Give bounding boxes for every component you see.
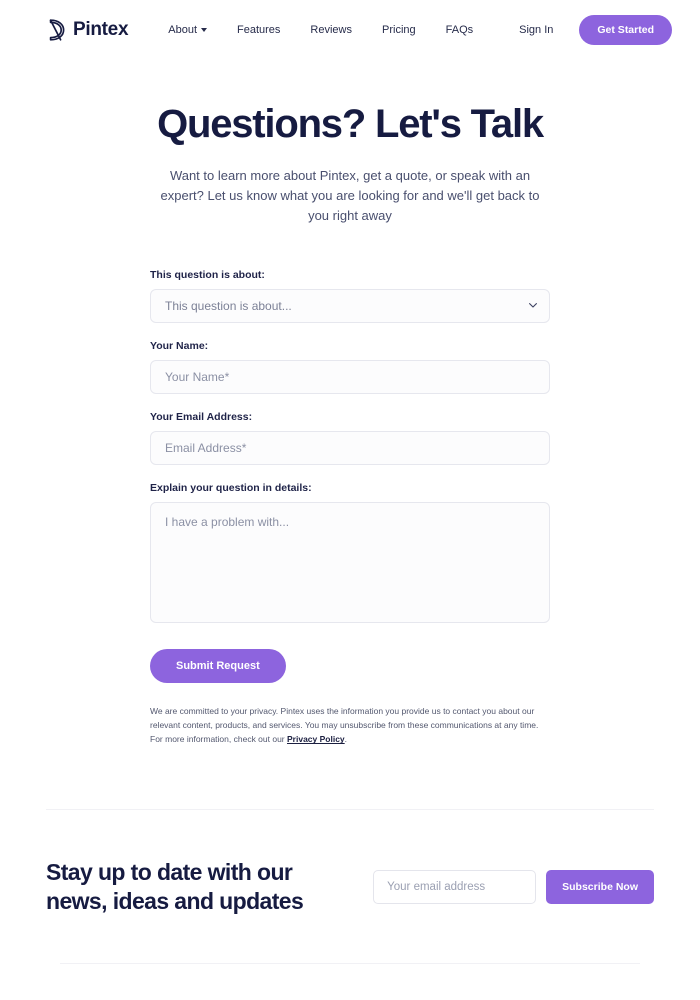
nav-item-faqs-label: FAQs xyxy=(445,24,474,36)
main-nav: About Features Reviews Pricing FAQs Sign… xyxy=(168,15,672,45)
nav-item-pricing-label: Pricing xyxy=(382,24,416,36)
name-input[interactable] xyxy=(150,360,550,395)
newsletter-title: Stay up to date with our news, ideas and… xyxy=(46,859,304,915)
email-label: Your Email Address: xyxy=(150,411,253,424)
nav-item-pricing[interactable]: Pricing xyxy=(382,24,416,36)
field-email: Your Email Address: xyxy=(150,411,550,466)
newsletter-email-input[interactable] xyxy=(373,870,537,905)
details-textarea[interactable] xyxy=(150,502,550,624)
logo[interactable]: Pintex xyxy=(46,19,129,41)
nav-item-about-label: About xyxy=(168,24,197,36)
nav-item-reviews[interactable]: Reviews xyxy=(310,24,352,36)
privacy-policy-link[interactable]: Privacy Policy xyxy=(287,734,345,744)
subscribe-now-button[interactable]: Subscribe Now xyxy=(546,870,654,905)
page-title: Questions? Let's Talk xyxy=(157,102,544,146)
nav-item-reviews-label: Reviews xyxy=(310,24,352,36)
topic-select[interactable]: This question is about... xyxy=(150,289,550,324)
field-details: Explain your question in details: xyxy=(150,482,550,628)
email-input[interactable] xyxy=(150,431,550,466)
privacy-disclaimer: We are committed to your privacy. Pintex… xyxy=(150,704,550,746)
chevron-down-icon xyxy=(201,28,207,32)
field-topic: This question is about: This question is… xyxy=(150,269,550,324)
nav-item-features[interactable]: Features xyxy=(237,24,280,36)
hero-section: Questions? Let's Talk Want to learn more… xyxy=(0,60,700,226)
newsletter-form: Subscribe Now xyxy=(373,870,654,905)
logo-text: Pintex xyxy=(73,19,129,40)
field-name: Your Name: xyxy=(150,340,550,395)
nav-item-about[interactable]: About xyxy=(168,24,207,36)
hero-subtitle: Want to learn more about Pintex, get a q… xyxy=(160,168,540,224)
disclaimer-text-2: . xyxy=(344,734,348,745)
sign-in-link[interactable]: Sign In xyxy=(519,24,553,36)
nav-item-faqs[interactable]: FAQs xyxy=(446,24,474,36)
submit-request-button[interactable]: Submit Request xyxy=(150,649,286,684)
site-header: Pintex About Features Reviews Pricing FA… xyxy=(0,0,700,60)
pintex-ribbon-logo-icon xyxy=(49,19,65,41)
topic-select-wrapper: This question is about... xyxy=(150,289,550,324)
name-label: Your Name: xyxy=(150,340,209,353)
get-started-button[interactable]: Get Started xyxy=(579,15,672,45)
topic-label: This question is about: xyxy=(150,269,265,282)
nav-item-features-label: Features xyxy=(237,24,281,36)
contact-form: This question is about: This question is… xyxy=(150,269,550,746)
newsletter-section: Stay up to date with our news, ideas and… xyxy=(0,810,700,916)
site-footer: Pintex Why Pintex? Features Libero quisq… xyxy=(0,964,700,1000)
details-label: Explain your question in details: xyxy=(150,482,312,495)
